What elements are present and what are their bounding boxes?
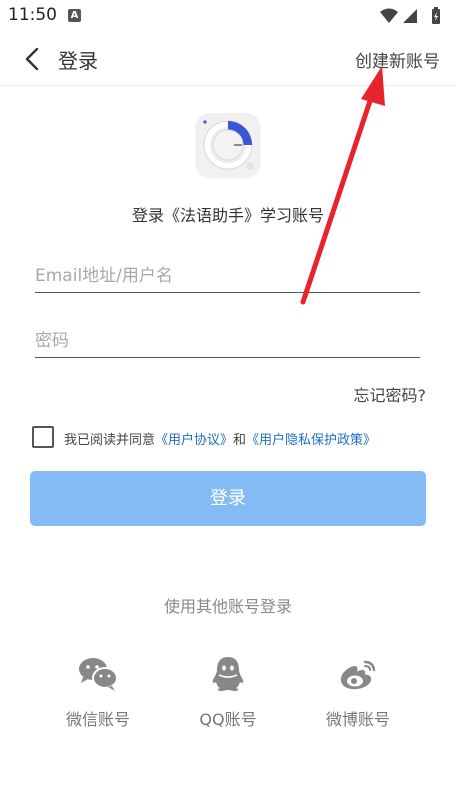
signal-icon: [403, 9, 417, 23]
other-login-title: 使用其他账号登录: [163, 597, 292, 616]
username-input[interactable]: [35, 259, 420, 292]
agreement-checkbox[interactable]: [32, 426, 54, 448]
back-arrow-icon[interactable]: [22, 46, 44, 72]
forgot-password-link[interactable]: 忘记密码?: [354, 382, 427, 406]
status-icons: [380, 7, 440, 24]
app-logo: [196, 113, 260, 177]
login-heading: 登录《法语助手》学习账号: [131, 206, 324, 225]
wifi-icon: [380, 8, 398, 23]
weibo-label: 微博账号: [325, 710, 390, 729]
page-title: 登录: [58, 49, 98, 73]
agreement-text: 我已阅读并同意《用户协议》和《用户隐私保护政策》: [64, 429, 376, 448]
qq-login-button[interactable]: QQ账号: [168, 656, 288, 736]
status-bar: 11:50 A: [0, 0, 456, 32]
dial-logo-icon: [203, 120, 254, 170]
login-button[interactable]: 登录: [30, 471, 426, 526]
password-input[interactable]: [35, 324, 420, 357]
wechat-login-button[interactable]: 微信账号: [38, 656, 158, 736]
qq-label: QQ账号: [199, 710, 257, 729]
agreement-and: 和: [233, 433, 247, 448]
user-agreement-link[interactable]: 《用户协议》: [155, 433, 233, 448]
agreement-row: 我已阅读并同意《用户协议》和《用户隐私保护政策》: [32, 426, 442, 450]
wechat-label: 微信账号: [65, 710, 130, 729]
wechat-icon: [79, 658, 118, 691]
nav-bar: 登录 创建新账号: [0, 32, 456, 86]
weibo-login-button[interactable]: 微博账号: [298, 656, 418, 736]
status-time: 11:50: [8, 5, 57, 25]
agreement-prefix: 我已阅读并同意: [64, 433, 156, 448]
qq-icon: [212, 657, 244, 691]
password-field-container: [35, 324, 420, 358]
weibo-icon: [340, 660, 376, 690]
privacy-policy-link[interactable]: 《用户隐私保护政策》: [246, 433, 376, 448]
create-account-link[interactable]: 创建新账号: [355, 47, 440, 72]
username-field-container: [35, 259, 420, 293]
notification-icon: A: [68, 9, 81, 22]
